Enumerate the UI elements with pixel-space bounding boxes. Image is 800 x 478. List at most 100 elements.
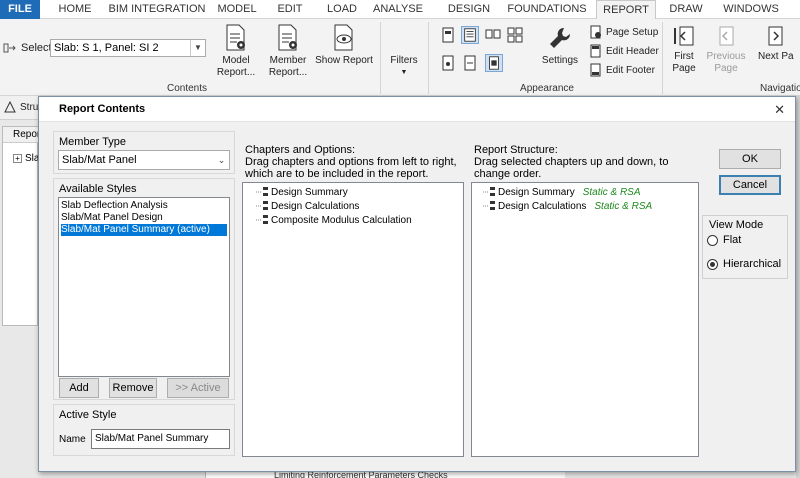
name-label: Name <box>59 434 86 445</box>
filters-button[interactable]: Filters ▼ <box>386 55 422 79</box>
previous-page-icon <box>719 26 734 46</box>
edit-header-button[interactable]: Edit Header <box>590 44 659 58</box>
zoom-page-icon[interactable] <box>441 55 455 71</box>
add-button[interactable]: Add <box>59 378 99 398</box>
tab-report[interactable]: REPORT <box>596 0 656 20</box>
report-tree-panel: Repor + Slab <box>2 126 45 326</box>
ribbon-tab-strip: FILE HOME BIM INTEGRATION MODEL EDIT LOA… <box>0 0 800 20</box>
select-combo[interactable]: Slab: S 1, Panel: SI 2 ▼ <box>50 39 206 57</box>
select-tool[interactable]: Select <box>3 41 52 55</box>
ribbon-separator <box>380 22 381 94</box>
edit-footer-label: Edit Footer <box>606 64 655 76</box>
page-setup-icon <box>590 25 601 39</box>
structure-tab-label: Stru <box>20 101 39 113</box>
model-report-icon <box>226 24 245 51</box>
select-value: Slab: S 1, Panel: SI 2 <box>54 42 159 54</box>
first-page-label: First Page <box>672 51 696 74</box>
tab-home[interactable]: HOME <box>50 0 100 19</box>
flat-radio[interactable]: Flat <box>707 234 741 246</box>
ribbon-separator <box>428 22 429 94</box>
tab-foundations[interactable]: FOUNDATIONS <box>506 0 588 19</box>
settings-button[interactable]: Settings <box>538 24 582 67</box>
layout-grid-icon[interactable] <box>485 27 501 43</box>
chapter-item[interactable]: Design Summary <box>255 186 348 198</box>
tab-bim-integration[interactable]: BIM INTEGRATION <box>108 0 206 19</box>
tree-node-icon <box>256 201 268 210</box>
tab-analyse[interactable]: ANALYSE <box>368 0 428 19</box>
structure-icon <box>4 101 16 113</box>
tab-windows[interactable]: WINDOWS <box>722 0 780 19</box>
analysis-tag: Static & RSA <box>594 200 653 212</box>
close-icon[interactable]: ✕ <box>774 97 785 122</box>
show-report-button[interactable]: Show Report <box>314 24 374 67</box>
tab-design[interactable]: DESIGN <box>444 0 494 19</box>
styles-list[interactable]: Slab Deflection Analysis Slab/Mat Panel … <box>58 197 230 377</box>
model-report-button[interactable]: Model Report... <box>212 24 260 79</box>
make-active-button[interactable]: >> Active <box>167 378 229 398</box>
member-report-icon <box>278 24 297 51</box>
member-type-select[interactable]: Slab/Mat Panel ⌄ <box>58 150 230 170</box>
tab-draw[interactable]: DRAW <box>664 0 708 19</box>
list-item[interactable]: Slab Deflection Analysis <box>61 200 227 212</box>
hierarchical-label: Hierarchical <box>723 258 782 270</box>
zoom-width-icon[interactable] <box>463 55 477 71</box>
page-setup-button[interactable]: Page Setup <box>590 25 658 39</box>
available-styles-label: Available Styles <box>59 183 137 195</box>
tab-load[interactable]: LOAD <box>322 0 362 19</box>
wrench-icon <box>550 27 571 48</box>
settings-label: Settings <box>541 55 579 66</box>
next-page-icon <box>768 26 783 46</box>
previous-page-label: Previous Page <box>706 51 746 74</box>
list-item-selected[interactable]: Slab/Mat Panel Summary (active) <box>61 224 227 236</box>
analysis-tag: Static & RSA <box>582 186 641 198</box>
list-item[interactable]: Slab/Mat Panel Design <box>61 212 227 224</box>
contents-group-label: Contents <box>166 83 208 94</box>
member-report-button[interactable]: Member Report... <box>264 24 312 79</box>
tree-node-icon <box>256 187 268 196</box>
member-type-group: Member Type Slab/Mat Panel ⌄ <box>53 131 235 174</box>
expand-icon[interactable]: + <box>13 154 22 163</box>
layout-multi-icon[interactable] <box>507 27 523 43</box>
active-style-group: Active Style Name Slab/Mat Panel Summary <box>53 404 235 456</box>
chapter-item[interactable]: Composite Modulus Calculation <box>255 214 412 226</box>
chapters-list[interactable]: Design Summary Design Calculations Compo… <box>242 182 464 457</box>
available-styles-group: Available Styles Slab Deflection Analysi… <box>53 178 235 400</box>
remove-button[interactable]: Remove <box>109 378 157 398</box>
zoom-fit-icon[interactable] <box>485 54 503 72</box>
cancel-button[interactable]: Cancel <box>719 175 781 195</box>
view-mode-label: View Mode <box>709 219 764 231</box>
ok-button[interactable]: OK <box>719 149 781 169</box>
edit-header-icon <box>590 44 601 58</box>
member-report-label: Member Report... <box>268 55 308 78</box>
style-name-input[interactable]: Slab/Mat Panel Summary <box>91 429 230 449</box>
hierarchical-radio[interactable]: Hierarchical <box>707 258 781 270</box>
structure-description: Drag selected chapters up and down, to c… <box>474 156 669 180</box>
layout-double-icon[interactable] <box>461 26 479 44</box>
tree-node-icon <box>256 215 268 224</box>
ribbon-separator <box>662 22 663 94</box>
structure-item[interactable]: Design Calculations Static & RSA <box>482 200 652 212</box>
previous-page-button[interactable]: Previous Page <box>706 24 746 75</box>
radio-unchecked-icon <box>707 234 718 246</box>
flat-label: Flat <box>723 234 742 246</box>
report-contents-dialog: Report Contents ✕ Member Type Slab/Mat P… <box>38 96 796 472</box>
first-page-button[interactable]: First Page <box>668 24 700 75</box>
layout-portrait-icon[interactable] <box>441 27 455 43</box>
report-structure-list[interactable]: Design Summary Static & RSA Design Calcu… <box>471 182 699 457</box>
structure-tab[interactable]: Stru <box>4 101 38 113</box>
next-page-button[interactable]: Next Pa <box>758 24 800 63</box>
structure-item-label: Design Summary <box>498 186 575 198</box>
tab-file[interactable]: FILE <box>0 0 40 19</box>
dialog-title: Report Contents <box>39 97 795 122</box>
active-style-label: Active Style <box>59 409 117 421</box>
tree-node-icon <box>483 201 495 210</box>
chapter-item[interactable]: Design Calculations <box>255 200 359 212</box>
chapters-heading: Chapters and Options: <box>245 144 356 156</box>
structure-item[interactable]: Design Summary Static & RSA <box>482 186 641 198</box>
tree-node-icon <box>483 187 495 196</box>
chevron-down-icon: ▼ <box>190 40 205 56</box>
edit-footer-button[interactable]: Edit Footer <box>590 63 655 77</box>
page-setup-label: Page Setup <box>606 26 659 38</box>
tab-model[interactable]: MODEL <box>212 0 262 19</box>
tab-edit[interactable]: EDIT <box>270 0 310 19</box>
